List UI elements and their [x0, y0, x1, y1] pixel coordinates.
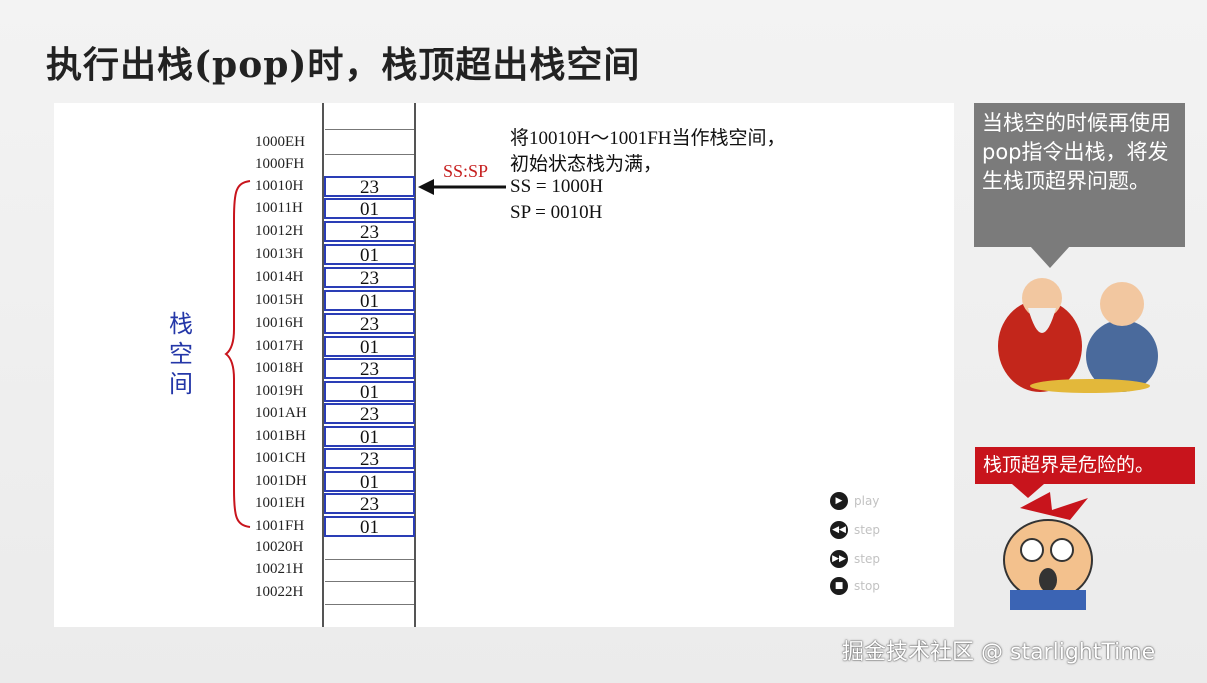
- warning-banner: 栈顶超界是危险的。: [975, 447, 1195, 484]
- stack-address: 10019H: [255, 383, 304, 399]
- stack-address: 10022H: [255, 584, 304, 600]
- stack-cell: [325, 537, 414, 558]
- stack-gridline: [325, 604, 414, 605]
- monks-illustration: [998, 278, 1158, 393]
- stack-address: 1001AH: [255, 405, 307, 421]
- stop-icon: ■: [830, 577, 848, 595]
- stack-address: 10017H: [255, 338, 304, 354]
- stack-cell: 01: [324, 516, 415, 538]
- stack-address: 10011H: [255, 200, 303, 216]
- stack-cell: [325, 559, 414, 580]
- stack-cell: 23: [324, 358, 415, 380]
- diagram-panel: 1000EH 1000FH 10010H 23 10011H 01 10012H 23 1001…: [54, 103, 954, 627]
- play-button[interactable]: ▶ play: [830, 491, 879, 511]
- stack-cell: 01: [324, 471, 415, 493]
- stack-cell: 23: [324, 176, 415, 198]
- stack-address: 1000FH: [255, 156, 305, 172]
- stack-address: 10012H: [255, 223, 304, 239]
- stack-cell: 01: [324, 336, 415, 358]
- stack-cell: 23: [324, 221, 415, 243]
- stack-cell: 01: [324, 381, 415, 403]
- label-char: 间: [169, 370, 193, 398]
- description-line-4: SP = 0010H: [510, 202, 603, 223]
- stack-cell: 01: [324, 198, 415, 220]
- stack-address: 10021H: [255, 561, 304, 577]
- stack-space-label: 栈 空 间: [166, 309, 196, 399]
- description-line-2: 初始状态栈为满，: [510, 154, 663, 175]
- stack-cell: 01: [324, 244, 415, 266]
- description-line-1: 将10010H～1001FH当作栈空间，: [510, 128, 786, 149]
- stack-address: 10013H: [255, 246, 304, 262]
- stop-button[interactable]: ■ stop: [830, 576, 880, 596]
- watermark: 掘金技术社区 @ starlightTime: [842, 640, 1156, 665]
- stack-address: 10014H: [255, 269, 304, 285]
- step-back-label: step: [854, 523, 880, 537]
- play-label: play: [854, 494, 880, 508]
- label-char: 栈: [169, 310, 193, 338]
- stack-address: 10010H: [255, 178, 304, 194]
- stack-address: 10015H: [255, 292, 304, 308]
- pointer-arrow-icon: [418, 179, 506, 195]
- step-forward-button[interactable]: ▶▶ step: [830, 549, 880, 569]
- speech-bubble-tail: [1030, 246, 1070, 268]
- stack-address: 1001DH: [255, 473, 307, 489]
- stack-gridline: [325, 129, 414, 130]
- step-forward-label: step: [854, 552, 880, 566]
- stack-cell: 23: [324, 403, 415, 425]
- step-forward-icon: ▶▶: [830, 550, 848, 568]
- stack-address: 1001FH: [255, 518, 305, 534]
- stack-cell: [325, 154, 414, 175]
- stack-address: 1000EH: [255, 134, 305, 150]
- stop-label: stop: [854, 579, 880, 593]
- scared-character-illustration: [1003, 492, 1093, 610]
- slide-title: 执行出栈(pop)时，栈顶超出栈空间: [46, 44, 641, 86]
- stack-cell: 01: [324, 290, 415, 312]
- stack-cell: [325, 132, 414, 153]
- stack-address: 1001CH: [255, 450, 306, 466]
- play-icon: ▶: [830, 492, 848, 510]
- stack-cell: 23: [324, 493, 415, 515]
- step-back-icon: ◀◀: [830, 521, 848, 539]
- stack-cell: 01: [324, 426, 415, 448]
- stack-address: 1001EH: [255, 495, 305, 511]
- description-line-3: SS = 1000H: [510, 176, 604, 197]
- step-back-button[interactable]: ◀◀ step: [830, 520, 880, 540]
- speech-bubble: 当栈空的时候再使用pop指令出栈，将发生栈顶超界问题。: [974, 103, 1185, 247]
- stack-address: 10016H: [255, 315, 304, 331]
- stack-cell: 23: [324, 448, 415, 470]
- stack-address: 10020H: [255, 539, 304, 555]
- stack-cell: [325, 582, 414, 603]
- stack-address: 10018H: [255, 360, 304, 376]
- label-char: 空: [169, 340, 193, 368]
- stack-cell: 23: [324, 313, 415, 335]
- stack-cell: 23: [324, 267, 415, 289]
- stack-address: 1001BH: [255, 428, 306, 444]
- slide: 执行出栈(pop)时，栈顶超出栈空间 1000EH 1000FH 10010H 23 1…: [0, 0, 1207, 683]
- stack-brace: [224, 180, 251, 528]
